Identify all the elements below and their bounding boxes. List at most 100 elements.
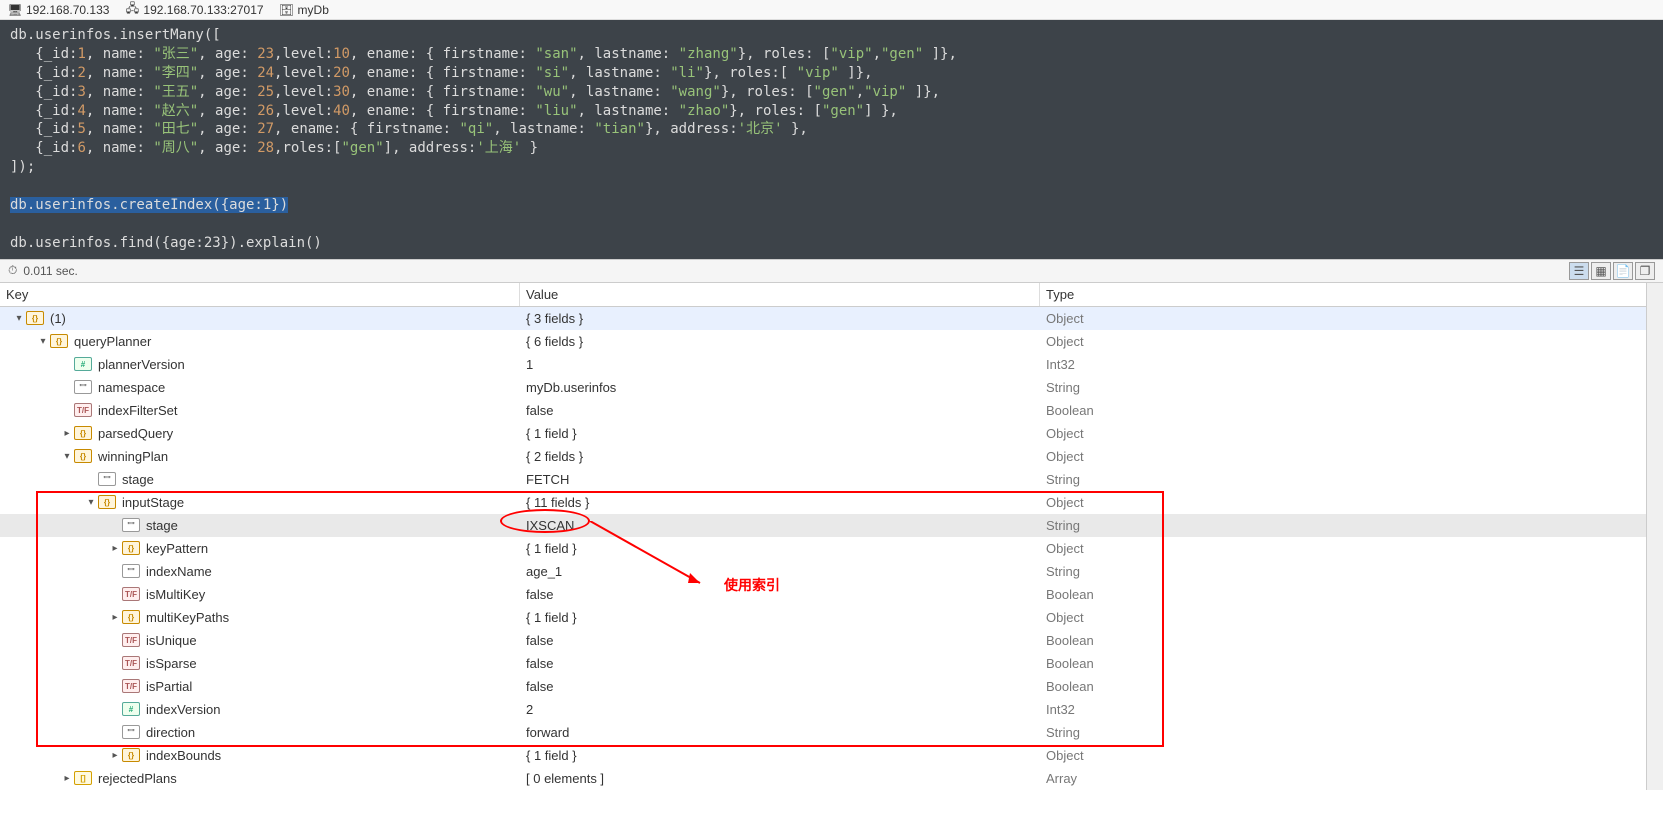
key-label: indexBounds [146, 748, 221, 763]
expand-arrow[interactable]: ▾ [36, 334, 50, 348]
header-key[interactable]: Key [0, 283, 520, 306]
tree-row[interactable]: #plannerVersion1Int32 [0, 353, 1663, 376]
expand-arrow[interactable]: ▸ [60, 426, 74, 440]
expand-arrow[interactable]: ▾ [84, 495, 98, 509]
key-label: parsedQuery [98, 426, 173, 441]
value-cell: false [520, 679, 1040, 694]
type-cell: String [1040, 518, 1663, 533]
type-cell: Boolean [1040, 633, 1663, 648]
tree-row[interactable]: ""stageFETCHString [0, 468, 1663, 491]
value-cell: { 1 field } [520, 541, 1040, 556]
tree-row[interactable]: ▾{}winningPlan{ 2 fields }Object [0, 445, 1663, 468]
tree-row[interactable]: ▸{}indexBounds{ 1 field }Object [0, 744, 1663, 767]
expand-arrow[interactable]: ▸ [108, 748, 122, 762]
tree-row[interactable]: ▸[]rejectedPlans[ 0 elements ]Array [0, 767, 1663, 790]
json-view-button[interactable]: 📄 [1613, 262, 1633, 280]
tree-row[interactable]: ▸{} multiKeyPaths { 1 field }Object [0, 606, 1663, 629]
connection-crumb[interactable]: 🖧 192.168.70.133:27017 [125, 3, 263, 17]
tree-row[interactable]: ""indexNameage_1String [0, 560, 1663, 583]
type-cell: Boolean [1040, 587, 1663, 602]
connection-label: 192.168.70.133:27017 [143, 3, 263, 17]
key-label: indexFilterSet [98, 403, 177, 418]
obj-type-icon: {} [122, 610, 140, 624]
type-cell: String [1040, 564, 1663, 579]
value-cell: false [520, 633, 1040, 648]
key-label: isMultiKey [146, 587, 205, 602]
key-label: plannerVersion [98, 357, 185, 372]
value-cell: false [520, 403, 1040, 418]
expand-arrow[interactable]: ▸ [108, 541, 122, 555]
expand-arrow [60, 403, 74, 417]
value-cell: FETCH [520, 472, 1040, 487]
tree-row[interactable]: ""directionforwardString [0, 721, 1663, 744]
database-label: myDb [298, 3, 329, 17]
expand-arrow [108, 725, 122, 739]
server-crumb[interactable]: 🖥 192.168.70.133 [8, 3, 109, 17]
tree-view-button[interactable]: ☰ [1569, 262, 1589, 280]
type-cell: Object [1040, 610, 1663, 625]
tree-row[interactable]: T/FindexFilterSetfalseBoolean [0, 399, 1663, 422]
tree-row[interactable]: ""namespacemyDb.userinfosString [0, 376, 1663, 399]
value-cell: 2 [520, 702, 1040, 717]
obj-type-icon: {} [74, 449, 92, 463]
value-cell: { 11 fields } [520, 495, 1040, 510]
query-editor[interactable]: db.userinfos.insertMany([ {_id:1, name: … [0, 20, 1663, 259]
str-type-icon: "" [74, 380, 92, 394]
value-cell: { 3 fields } [520, 311, 1040, 326]
expand-arrow [108, 679, 122, 693]
bool-type-icon: T/F [122, 656, 140, 670]
str-type-icon: "" [98, 472, 116, 486]
type-cell: Object [1040, 311, 1663, 326]
tree-row[interactable]: T/FisMultiKeyfalseBoolean [0, 583, 1663, 606]
value-cell: myDb.userinfos [520, 380, 1040, 395]
database-icon: 🗄 [280, 3, 294, 17]
tree-row[interactable]: #indexVersion2Int32 [0, 698, 1663, 721]
tree-row[interactable]: ▾{}queryPlanner{ 6 fields }Object [0, 330, 1663, 353]
value-cell: [ 0 elements ] [520, 771, 1040, 786]
header-value[interactable]: Value [520, 283, 1040, 306]
scrollbar[interactable] [1646, 283, 1663, 790]
type-cell: Object [1040, 449, 1663, 464]
tree-row[interactable]: T/FisSparsefalseBoolean [0, 652, 1663, 675]
key-label: winningPlan [98, 449, 168, 464]
obj-type-icon: {} [122, 541, 140, 555]
tree-row[interactable]: T/FisUniquefalseBoolean [0, 629, 1663, 652]
value-cell: { 1 field } [520, 610, 1040, 625]
expand-arrow[interactable]: ▸ [108, 610, 122, 624]
database-crumb[interactable]: 🗄 myDb [280, 3, 329, 17]
tree-row[interactable]: T/FisPartialfalseBoolean [0, 675, 1663, 698]
key-label: isSparse [146, 656, 197, 671]
tree-row[interactable]: ▸{}parsedQuery{ 1 field }Object [0, 422, 1663, 445]
key-label: keyPattern [146, 541, 208, 556]
new-window-button[interactable]: ❐ [1635, 262, 1655, 280]
bool-type-icon: T/F [122, 633, 140, 647]
annotation-text: 使用索引 [724, 575, 780, 595]
header-type[interactable]: Type [1040, 283, 1663, 306]
expand-arrow[interactable]: ▾ [60, 449, 74, 463]
results-tree[interactable]: ▾{}(1){ 3 fields }Object▾{}queryPlanner{… [0, 307, 1663, 790]
tree-row[interactable]: ▸{}keyPattern{ 1 field }Object [0, 537, 1663, 560]
key-label: isPartial [146, 679, 192, 694]
bool-type-icon: T/F [122, 679, 140, 693]
int-type-icon: # [74, 357, 92, 371]
str-type-icon: "" [122, 564, 140, 578]
key-label: direction [146, 725, 195, 740]
expand-arrow [60, 380, 74, 394]
expand-arrow[interactable]: ▸ [60, 771, 74, 785]
type-cell: Array [1040, 771, 1663, 786]
tree-row[interactable]: ▾{}inputStage{ 11 fields }Object [0, 491, 1663, 514]
value-cell: IXSCAN [520, 518, 1040, 533]
view-mode-buttons: ☰ ▦ 📄 ❐ [1569, 262, 1655, 280]
obj-type-icon: {} [74, 426, 92, 440]
tree-row[interactable]: ▾{}(1){ 3 fields }Object [0, 307, 1663, 330]
key-label: multiKeyPaths [146, 610, 229, 625]
type-cell: Object [1040, 495, 1663, 510]
tree-row[interactable]: ""stageIXSCANString [0, 514, 1663, 537]
server-label: 192.168.70.133 [26, 3, 109, 17]
value-cell: false [520, 656, 1040, 671]
table-view-button[interactable]: ▦ [1591, 262, 1611, 280]
results-header: Key Value Type [0, 283, 1663, 307]
server-icon: 🖥 [8, 3, 22, 17]
clock-icon: ⏱ [8, 263, 17, 278]
expand-arrow[interactable]: ▾ [12, 311, 26, 325]
